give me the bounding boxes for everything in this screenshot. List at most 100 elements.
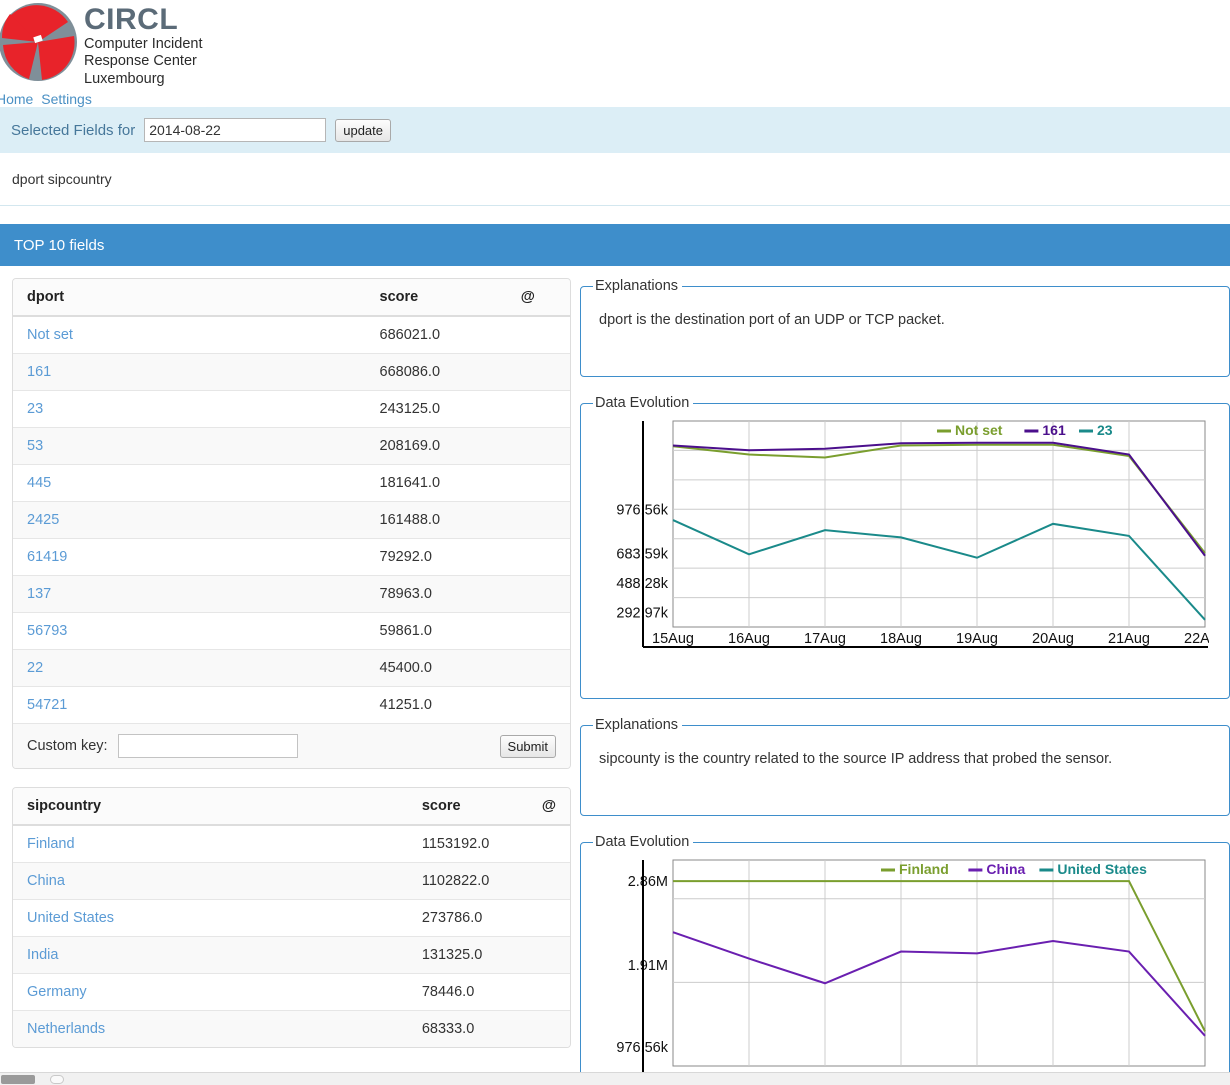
data-evolution-legend: Data Evolution xyxy=(595,834,690,850)
left-column: dport score @ Not set 686021.0 161 668086.… xyxy=(12,278,571,1048)
cell-score: 131325.0 xyxy=(407,936,528,974)
svg-text:23: 23 xyxy=(1097,422,1113,438)
circl-logo-icon xyxy=(0,3,77,81)
custom-key-input[interactable] xyxy=(117,734,298,758)
table-row[interactable]: 53 208169.0 xyxy=(13,427,570,465)
cell-at xyxy=(527,824,570,863)
table-row[interactable]: United States 273786.0 xyxy=(13,899,570,937)
cell-key[interactable]: Netherlands xyxy=(13,1010,408,1047)
sipcountry-evolution-chart[interactable]: 2.86M1.91M976.56k15Aug16Aug17Aug18Aug19A… xyxy=(603,856,1209,1085)
cell-key[interactable]: 445 xyxy=(13,464,366,502)
table-row[interactable]: Germany 78446.0 xyxy=(13,973,570,1011)
circl-logo xyxy=(0,0,84,88)
cell-key[interactable]: 22 xyxy=(13,649,366,687)
key-link[interactable]: 137 xyxy=(27,586,51,602)
key-link[interactable]: China xyxy=(27,873,65,889)
cell-at xyxy=(485,390,570,428)
key-link[interactable]: Not set xyxy=(27,327,73,343)
cell-key[interactable]: Germany xyxy=(13,973,408,1011)
key-link[interactable]: 61419 xyxy=(27,549,67,565)
table-row[interactable]: 61419 79292.0 xyxy=(13,538,570,576)
cell-key[interactable]: Not set xyxy=(13,315,366,354)
cell-key[interactable]: 53 xyxy=(13,427,366,465)
key-link[interactable]: India xyxy=(27,947,58,963)
cell-at xyxy=(485,686,570,724)
right-column: Explanations dport is the destination po… xyxy=(580,278,1230,1085)
key-link[interactable]: 54721 xyxy=(27,697,67,713)
cell-key[interactable]: 54721 xyxy=(13,686,366,724)
cell-key[interactable]: 2425 xyxy=(13,501,366,539)
column-header-at: @ xyxy=(527,788,570,826)
date-input[interactable] xyxy=(144,118,327,142)
section-title: TOP 10 fields xyxy=(14,236,105,254)
cell-at xyxy=(527,936,570,974)
table-row[interactable]: Finland 1153192.0 xyxy=(13,824,570,863)
cell-key[interactable]: 61419 xyxy=(13,538,366,576)
update-button[interactable]: update xyxy=(335,118,391,142)
brand-subtitle-line3: Luxembourg xyxy=(84,70,165,87)
table-row[interactable]: 23 243125.0 xyxy=(13,390,570,428)
dport-evolution-chart[interactable]: 292.97k488.28k683.59k976.56k15Aug16Aug17… xyxy=(603,417,1209,659)
nav-link-settings[interactable]: Settings xyxy=(41,91,92,107)
column-header-score: score xyxy=(407,788,528,826)
cell-key[interactable]: China xyxy=(13,862,408,900)
cell-key[interactable]: Finland xyxy=(13,824,408,863)
cell-key[interactable]: 137 xyxy=(13,575,366,613)
cell-at xyxy=(485,315,570,354)
explanations-legend: Explanations xyxy=(595,717,679,733)
nav-link-home[interactable]: Home xyxy=(0,91,33,107)
column-header-key: dport xyxy=(13,279,366,317)
horizontal-scrollbar[interactable] xyxy=(0,1072,1230,1085)
table-row[interactable]: 445 181641.0 xyxy=(13,464,570,502)
key-link[interactable]: Finland xyxy=(27,836,75,852)
table-row[interactable]: 137 78963.0 xyxy=(13,575,570,613)
table-row[interactable]: Netherlands 68333.0 xyxy=(13,1010,570,1047)
custom-key-cell: Custom key: xyxy=(13,723,486,768)
dport-chart-holder[interactable]: 292.97k488.28k683.59k976.56k15Aug16Aug17… xyxy=(591,411,1219,669)
table-row[interactable]: Not set 686021.0 xyxy=(13,315,570,354)
cell-key[interactable]: 56793 xyxy=(13,612,366,650)
key-link[interactable]: Netherlands xyxy=(27,1021,105,1037)
cell-key[interactable]: 23 xyxy=(13,390,366,428)
sipcountry-chart-holder[interactable]: 2.86M1.91M976.56k15Aug16Aug17Aug18Aug19A… xyxy=(591,850,1219,1085)
key-link[interactable]: 56793 xyxy=(27,623,67,639)
svg-text:20Aug: 20Aug xyxy=(1032,631,1074,647)
key-link[interactable]: United States xyxy=(27,910,114,926)
cell-score: 161488.0 xyxy=(365,501,486,539)
key-link[interactable]: 53 xyxy=(27,438,43,454)
sipcountry-table: sipcountry score @ Finland 1153192.0 Chin… xyxy=(13,788,570,1047)
cell-score: 273786.0 xyxy=(407,899,528,937)
cell-key[interactable]: 161 xyxy=(13,353,366,391)
key-link[interactable]: 2425 xyxy=(27,512,59,528)
submit-button[interactable]: Submit xyxy=(499,734,556,758)
key-link[interactable]: Germany xyxy=(27,984,87,1000)
key-link[interactable]: 22 xyxy=(27,660,43,676)
cell-key[interactable]: United States xyxy=(13,899,408,937)
cell-at xyxy=(485,464,570,502)
cell-score: 79292.0 xyxy=(365,538,486,576)
scrollbar-marker[interactable] xyxy=(50,1075,64,1084)
svg-text:1.91M: 1.91M xyxy=(628,958,668,974)
cell-at xyxy=(485,538,570,576)
table-row[interactable]: 161 668086.0 xyxy=(13,353,570,391)
selected-fields-label: Selected Fields for xyxy=(11,121,136,139)
sipcountry-table-panel: sipcountry score @ Finland 1153192.0 Chin… xyxy=(12,787,571,1048)
sipcountry-evolution-panel: Data Evolution 2.86M1.91M976.56k15Aug16A… xyxy=(580,834,1230,1085)
dport-evolution-panel: Data Evolution 292.97k488.28k683.59k976.… xyxy=(580,395,1230,699)
svg-text:15Aug: 15Aug xyxy=(652,631,694,647)
svg-text:2.86M: 2.86M xyxy=(628,874,668,890)
table-row[interactable]: China 1102822.0 xyxy=(13,862,570,900)
key-link[interactable]: 445 xyxy=(27,475,51,491)
table-row[interactable]: 2425 161488.0 xyxy=(13,501,570,539)
cell-key[interactable]: India xyxy=(13,936,408,974)
table-row[interactable]: India 131325.0 xyxy=(13,936,570,974)
svg-text:China: China xyxy=(986,861,1025,877)
brand-header: CIRCL Computer Incident Response Center … xyxy=(0,0,202,88)
scrollbar-thumb[interactable] xyxy=(1,1075,35,1084)
table-row[interactable]: 22 45400.0 xyxy=(13,649,570,687)
cell-at xyxy=(527,973,570,1011)
key-link[interactable]: 161 xyxy=(27,364,51,380)
key-link[interactable]: 23 xyxy=(27,401,43,417)
table-row[interactable]: 54721 41251.0 xyxy=(13,686,570,724)
table-row[interactable]: 56793 59861.0 xyxy=(13,612,570,650)
